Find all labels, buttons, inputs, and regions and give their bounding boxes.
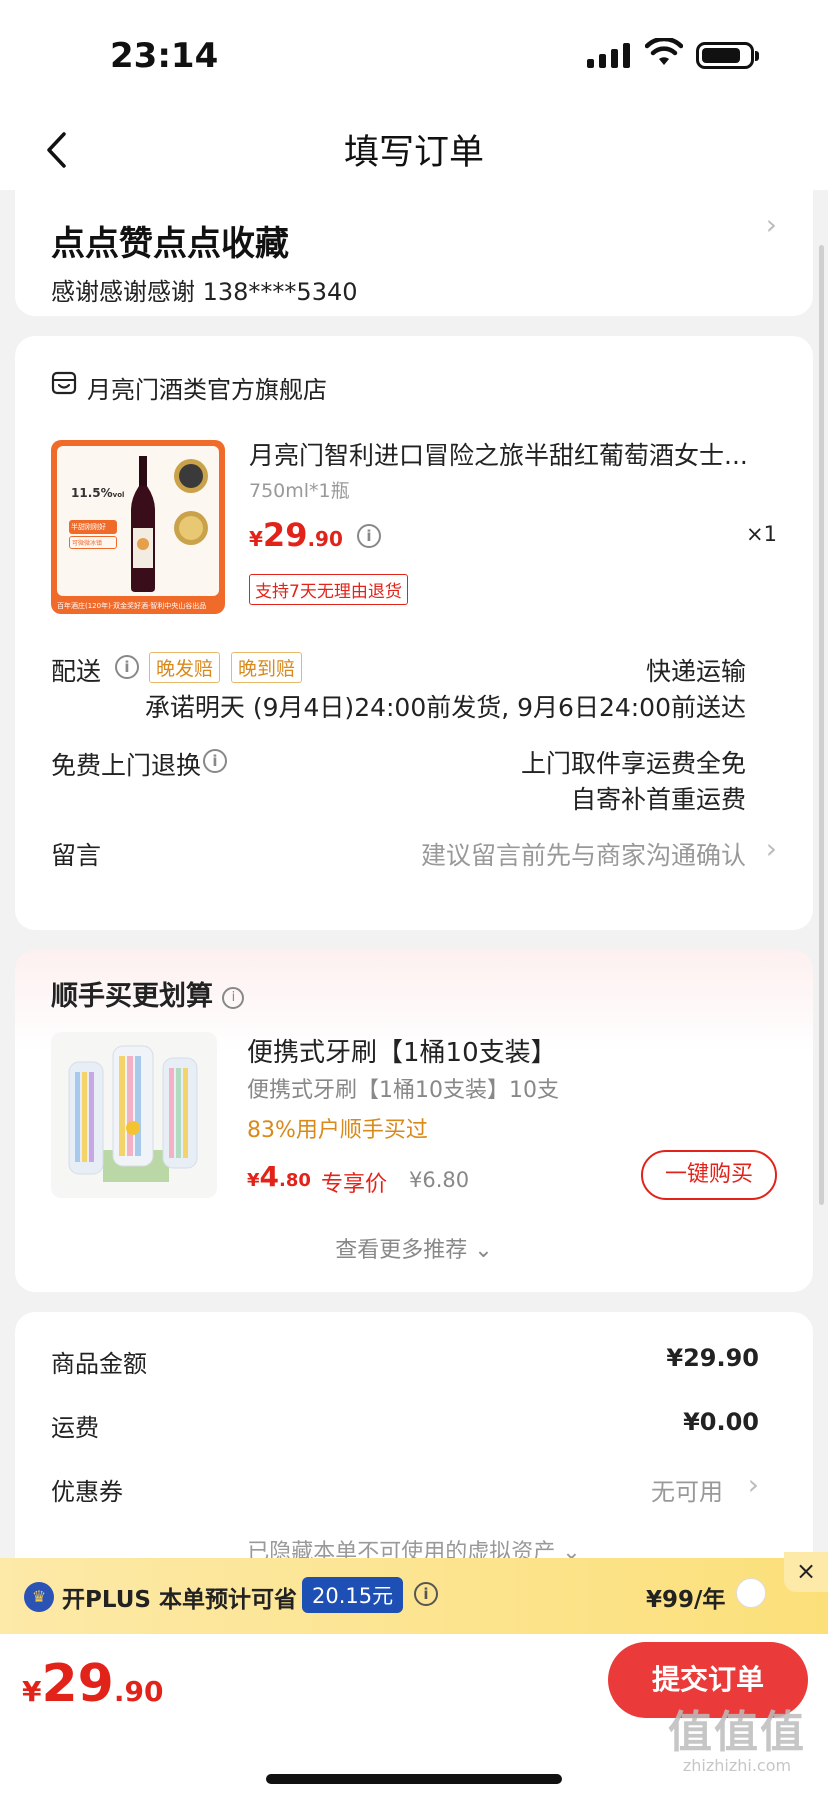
- toothbrush-tubes-icon: [68, 1045, 198, 1182]
- plus-promo-text: 开PLUS 本单预计可省: [62, 1587, 297, 1613]
- product-spec: 750ml*1瓶: [249, 480, 350, 502]
- close-icon[interactable]: ×: [784, 1552, 828, 1592]
- message-input[interactable]: 建议留言前先与商家沟通确认: [421, 836, 746, 872]
- more-recommend-link[interactable]: 查看更多推荐 ⌄: [15, 1232, 813, 1264]
- crown-icon: ♛: [24, 1582, 54, 1612]
- abv-text: 11.5%vol: [71, 486, 125, 500]
- goods-amount-value: ¥29.90: [666, 1344, 759, 1372]
- image-tag: 半甜刚刚好: [69, 520, 117, 534]
- one-click-buy-button[interactable]: 一键购买: [641, 1150, 777, 1200]
- bottom-bar: ¥29.90 提交订单 值值值 zhizhizhi.com: [0, 1634, 828, 1795]
- exclusive-price-label: 专享价: [321, 1172, 388, 1197]
- chevron-right-icon: ›: [747, 1468, 759, 1501]
- delivery-label: 配送: [51, 657, 102, 686]
- free-return-label: 免费上门退换: [51, 751, 202, 780]
- recommend-price: ¥4.80: [247, 1160, 311, 1193]
- signal-icon: [587, 42, 630, 68]
- total-price: ¥29.90: [22, 1654, 164, 1714]
- product-quantity: ×1: [746, 522, 777, 546]
- address-name: 点点赞点点收藏: [51, 224, 289, 264]
- product-price: ¥29.90: [249, 516, 343, 554]
- product-title[interactable]: 月亮门智利进口冒险之旅半甜红葡萄酒女士...: [249, 436, 779, 472]
- home-indicator[interactable]: [266, 1774, 562, 1784]
- page-title: 填写订单: [343, 133, 484, 173]
- delivery-promise: 承诺明天 (9月4日)24:00前发货, 9月6日24:00前送达: [144, 693, 746, 722]
- late-arrival-compensation-tag: 晚到赔: [231, 652, 303, 683]
- shipping-value: ¥0.00: [683, 1408, 759, 1436]
- goods-amount-row: 商品金额 ¥29.90: [51, 1344, 759, 1379]
- image-tag-2: 可微微冰镇: [69, 536, 117, 549]
- product-image[interactable]: 11.5%vol 半甜刚刚好 可微微冰镇 百年酒庄(120年)·双金奖好酒·智利…: [51, 440, 225, 614]
- recommend-title: 顺手买更划算 i: [51, 974, 245, 1013]
- message-label: 留言: [51, 841, 102, 870]
- recommend-product-sub: 便携式牙刷【1桶10支装】10支: [247, 1078, 559, 1103]
- shipping-label: 运费: [51, 1414, 99, 1442]
- coupon-row[interactable]: 优惠券 无可用 ›: [51, 1468, 759, 1507]
- chevron-right-icon: ›: [765, 208, 777, 241]
- status-time: 23:14: [110, 36, 219, 76]
- recommend-buy-rate: 83%用户顺手买过: [247, 1118, 428, 1143]
- status-bar: 23:14: [0, 0, 828, 110]
- delivery-method[interactable]: 快递运输: [646, 652, 746, 688]
- plus-select-radio[interactable]: [736, 1578, 766, 1608]
- free-return-line2: 自寄补首重运费: [570, 785, 746, 814]
- coupon-value: 无可用: [651, 1478, 723, 1506]
- recommend-card: 顺手买更划算 i 便携式牙刷【1桶10支装】 便携式牙刷【1桶10支装】10支 …: [15, 950, 813, 1292]
- store-name[interactable]: 月亮门酒类官方旗舰店: [87, 370, 327, 405]
- free-return-info-icon[interactable]: i: [203, 749, 227, 773]
- plus-promo-bar[interactable]: ♛ 开PLUS 本单预计可省 20.15元 i ¥99/年 ×: [0, 1552, 828, 1634]
- product-image-footer: 百年酒庄(120年)·双金奖好酒·智利中央山谷出品: [57, 602, 207, 610]
- recommend-info-icon[interactable]: i: [222, 986, 245, 1009]
- late-ship-compensation-tag: 晚发赔: [149, 652, 221, 683]
- scrollbar[interactable]: [819, 245, 824, 1205]
- watermark: 值值值 zhizhizhi.com: [668, 1707, 806, 1775]
- goods-amount-label: 商品金额: [51, 1350, 147, 1378]
- medal-icon: [174, 459, 208, 545]
- wifi-icon: [645, 38, 683, 65]
- recommend-product-image[interactable]: [51, 1032, 217, 1198]
- free-return-line1: 上门取件享运费全免: [520, 749, 746, 778]
- address-contact: 感谢感谢感谢 138****5340: [51, 278, 358, 306]
- return-policy-tag: 支持7天无理由退货: [249, 574, 408, 605]
- info-icon[interactable]: i: [357, 524, 381, 548]
- store-card: 月亮门酒类官方旗舰店 11.5%vol 半甜刚刚好 可微微冰镇 百年酒庄(120…: [15, 336, 813, 930]
- plus-save-amount: 20.15元: [302, 1577, 404, 1613]
- wine-bottle-icon: [131, 456, 155, 592]
- delivery-info-icon[interactable]: i: [115, 655, 139, 679]
- plus-price: ¥99/年: [646, 1587, 726, 1613]
- shipping-row: 运费 ¥0.00: [51, 1408, 759, 1443]
- store-icon: [51, 371, 77, 395]
- battery-icon: [696, 42, 759, 69]
- plus-info-icon[interactable]: i: [414, 1582, 438, 1606]
- recommend-product-name[interactable]: 便携式牙刷【1桶10支装】: [247, 1032, 557, 1069]
- original-price: ¥6.80: [409, 1168, 470, 1192]
- address-card[interactable]: 点点赞点点收藏 感谢感谢感谢 138****5340 ›: [15, 178, 813, 316]
- coupon-label: 优惠券: [51, 1478, 123, 1506]
- chevron-right-icon: ›: [765, 832, 777, 865]
